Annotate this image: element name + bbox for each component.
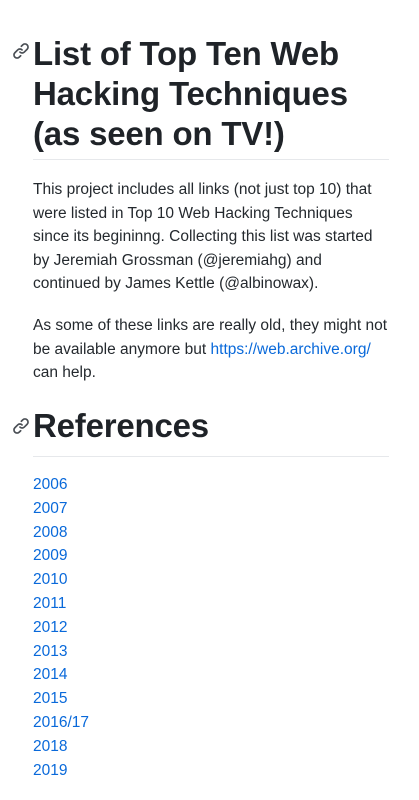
year-link[interactable]: 2013 — [33, 640, 89, 664]
year-link[interactable]: 2008 — [33, 521, 89, 545]
year-link[interactable]: 2015 — [33, 687, 89, 711]
link-icon[interactable] — [12, 417, 30, 435]
year-link-text[interactable]: 2019 — [33, 762, 67, 779]
page-title: List of Top Ten Web Hacking Techniques (… — [33, 35, 348, 152]
archive-link[interactable]: https://web.archive.org/ — [211, 341, 371, 358]
archive-paragraph-suffix: can help. — [33, 364, 96, 381]
year-link-text[interactable]: 2015 — [33, 690, 67, 707]
year-link[interactable]: 2007 — [33, 497, 89, 521]
year-link-text[interactable]: 2014 — [33, 666, 67, 683]
archive-paragraph: As some of these links are really old, t… — [33, 314, 389, 385]
year-link-text[interactable]: 2016/17 — [33, 714, 89, 731]
year-link[interactable]: 2009 — [33, 544, 89, 568]
year-link-text[interactable]: 2013 — [33, 643, 67, 660]
year-link-text[interactable]: 2018 — [33, 738, 67, 755]
year-link[interactable]: 2014 — [33, 663, 89, 687]
references-divider — [33, 456, 389, 457]
references-heading: References — [33, 407, 209, 444]
year-link[interactable]: 2018 — [33, 735, 89, 759]
year-link-text[interactable]: 2007 — [33, 500, 67, 517]
references-list: 2006 2007 2008 2009 2010 2011 2012 2013 … — [33, 473, 89, 782]
year-link-text[interactable]: 2008 — [33, 524, 67, 541]
readme-page: List of Top Ten Web Hacking Techniques (… — [0, 0, 419, 800]
year-link-text[interactable]: 2012 — [33, 619, 67, 636]
year-link[interactable]: 2019 — [33, 759, 89, 783]
year-link-text[interactable]: 2006 — [33, 476, 67, 493]
title-divider — [33, 159, 389, 160]
year-link[interactable]: 2010 — [33, 568, 89, 592]
year-link[interactable]: 2012 — [33, 616, 89, 640]
year-link-text[interactable]: 2011 — [33, 595, 66, 612]
year-link[interactable]: 2016/17 — [33, 711, 89, 735]
year-link-text[interactable]: 2010 — [33, 571, 67, 588]
year-link[interactable]: 2011 — [33, 592, 89, 616]
intro-paragraph: This project includes all links (not jus… — [33, 181, 373, 292]
link-icon[interactable] — [12, 42, 30, 60]
year-link-text[interactable]: 2009 — [33, 547, 67, 564]
year-link[interactable]: 2006 — [33, 473, 89, 497]
